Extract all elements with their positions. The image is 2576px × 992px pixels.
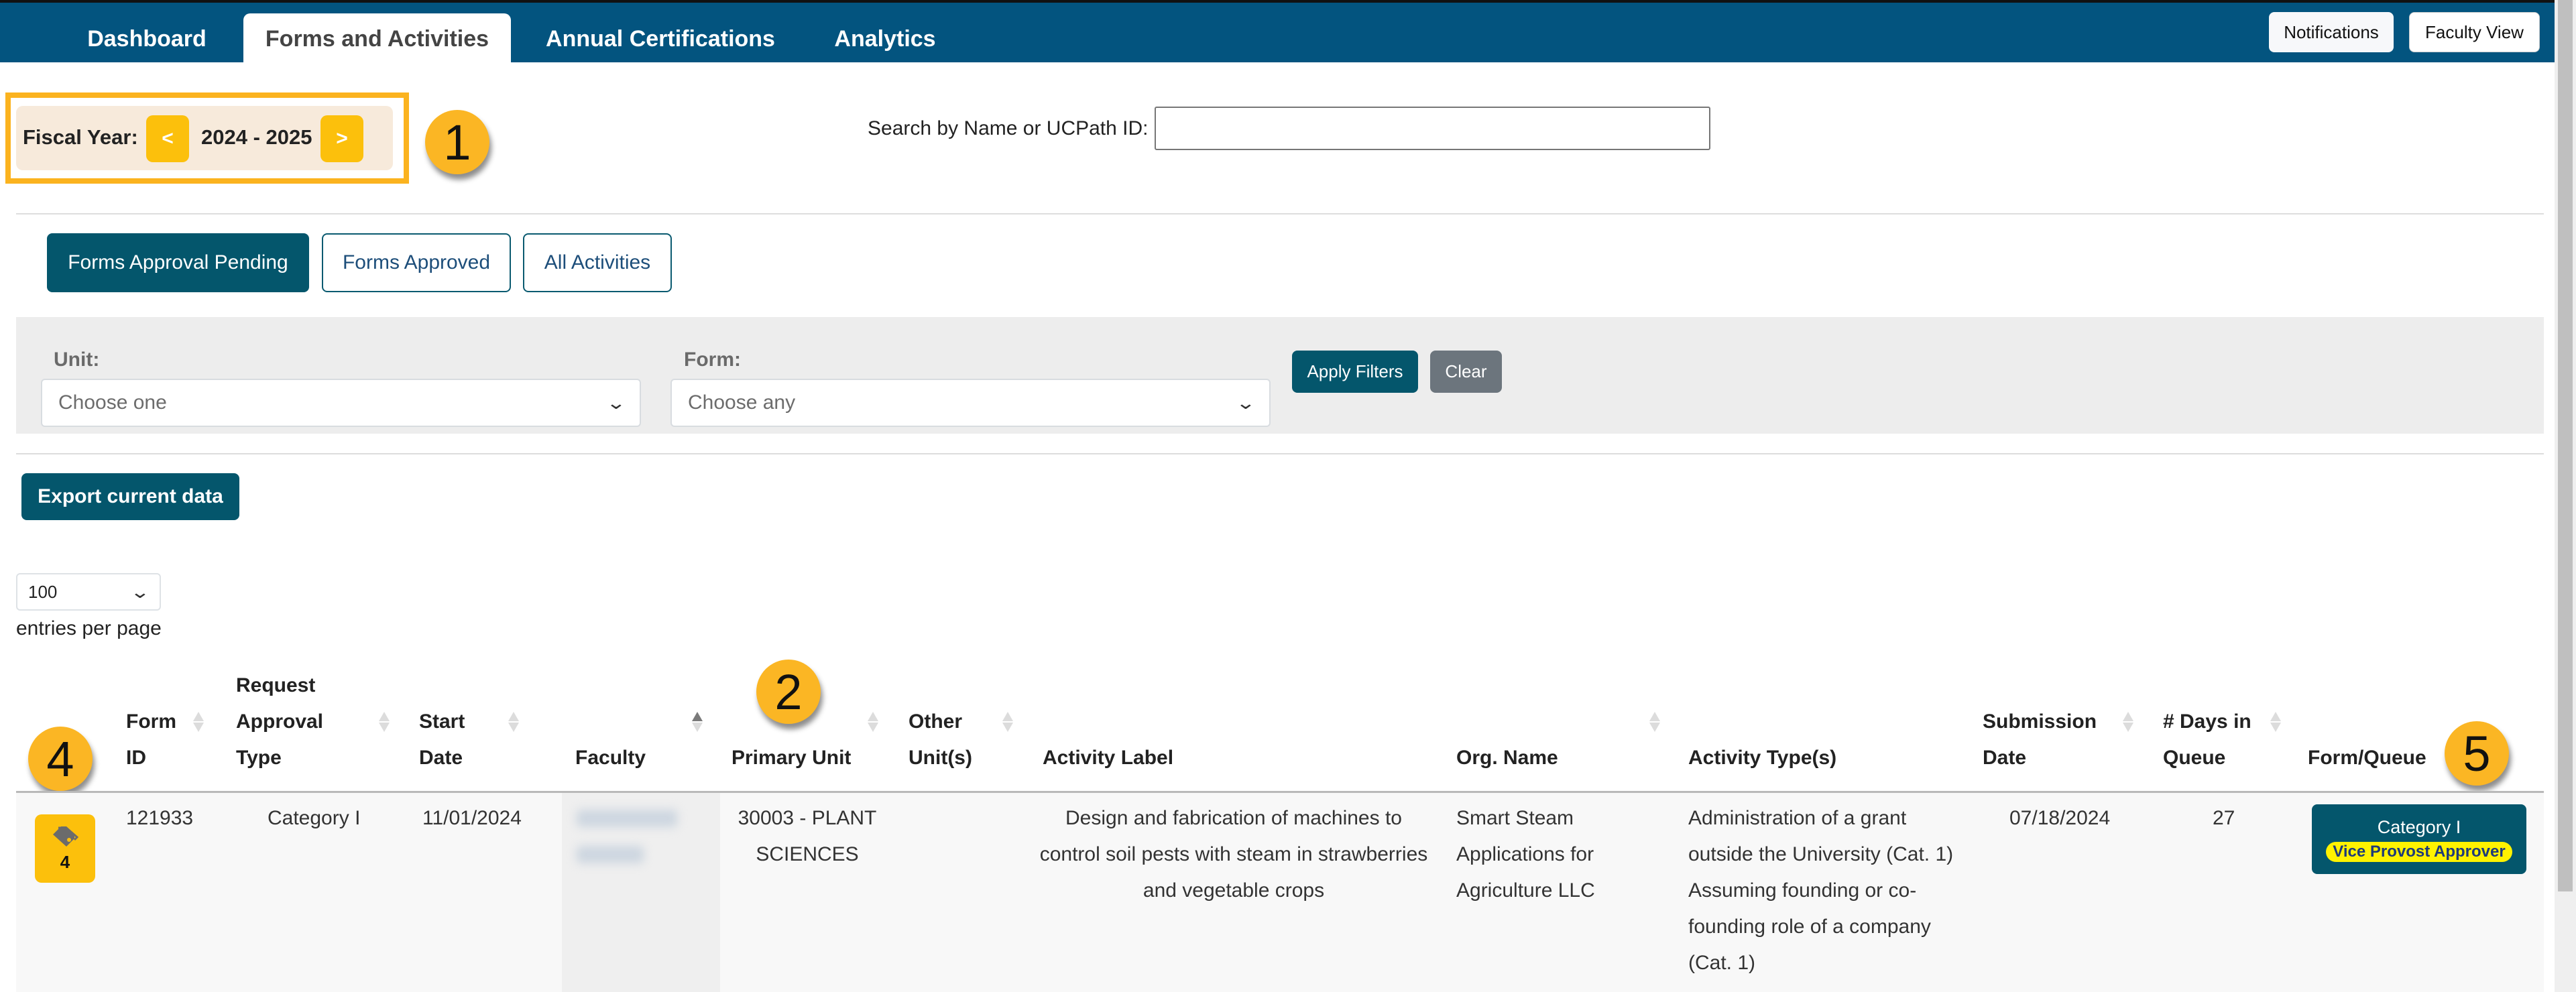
column-header-request-approval-type[interactable]: Request Approval Type	[236, 668, 323, 776]
column-header-activity-types[interactable]: Activity Type(s)	[1688, 740, 1836, 776]
annotation-badge-2: 2	[756, 660, 821, 724]
column-header-submission-date[interactable]: Submission Date	[1983, 704, 2097, 776]
scrollbar-thumb[interactable]	[2558, 0, 2573, 891]
sort-ascending-icon[interactable]	[692, 712, 703, 732]
divider	[16, 453, 2544, 454]
cell-primary-unit: 30003 - PLANT SCIENCES	[738, 807, 877, 865]
form-filter-label: Form:	[684, 349, 741, 371]
column-header-primary-unit[interactable]: Primary Unit	[731, 740, 851, 776]
queue-role-badge: Vice Provost Approver	[2326, 841, 2512, 862]
cell-org-name: Smart Steam Applications for Agriculture…	[1456, 807, 1595, 902]
chevron-down-icon: ⌄	[129, 581, 151, 602]
cell-start-date: 11/01/2024	[422, 807, 522, 829]
tab-dashboard[interactable]: Dashboard	[72, 13, 221, 65]
annotation-badge-5: 5	[2445, 721, 2509, 786]
cell-days-in-queue: 27	[2213, 807, 2235, 829]
sort-icon[interactable]	[2270, 712, 2281, 732]
entries-per-page-label: entries per page	[16, 617, 162, 639]
export-current-data-button[interactable]: Export current data	[21, 473, 239, 520]
fiscal-year-label: Fiscal Year:	[23, 125, 138, 149]
sort-icon[interactable]	[379, 712, 390, 732]
chevron-left-icon: <	[162, 127, 174, 149]
sort-icon[interactable]	[868, 712, 878, 732]
faculty-name-redacted	[577, 810, 677, 827]
fiscal-year-next-button[interactable]: >	[320, 115, 363, 162]
annotation-badge-4: 4	[28, 727, 93, 791]
apply-filters-button[interactable]: Apply Filters	[1292, 351, 1418, 393]
column-header-form-id[interactable]: Form ID	[126, 704, 176, 776]
cell-form-id[interactable]: 121933	[126, 800, 193, 836]
sort-icon[interactable]	[1002, 712, 1013, 732]
cell-activity-types: Administration of a grant outside the Un…	[1688, 807, 1954, 974]
tags-count: 4	[60, 851, 70, 872]
faculty-view-button[interactable]: Faculty View	[2409, 12, 2540, 52]
tags-button[interactable]: 4	[35, 814, 95, 883]
form-queue-button[interactable]: Category I Vice Provost Approver	[2312, 804, 2526, 874]
sort-icon[interactable]	[193, 712, 204, 732]
faculty-name-redacted	[577, 846, 644, 863]
unit-filter-label: Unit:	[54, 349, 100, 371]
chevron-right-icon: >	[336, 127, 348, 149]
column-header-faculty[interactable]: Faculty	[575, 740, 646, 776]
clear-filters-button[interactable]: Clear	[1430, 351, 1502, 393]
sort-icon[interactable]	[1649, 712, 1660, 732]
form-filter-value: Choose any	[688, 391, 796, 414]
fiscal-year-prev-button[interactable]: <	[146, 115, 189, 162]
chevron-down-icon: ⌄	[605, 392, 627, 413]
notifications-button[interactable]: Notifications	[2269, 12, 2394, 52]
annotation-badge-1: 1	[425, 110, 489, 174]
forms-approved-button[interactable]: Forms Approved	[322, 233, 511, 292]
cell-approval-type: Category I	[268, 807, 361, 829]
sort-icon[interactable]	[508, 712, 519, 732]
column-header-form-queue: Form/Queue	[2308, 747, 2426, 769]
top-nav-bar: Dashboard Forms and Activities Annual Ce…	[0, 0, 2555, 65]
column-header-activity-label[interactable]: Activity Label	[1043, 740, 1173, 776]
cell-activity-label: Design and fabrication of machines to co…	[1039, 807, 1428, 902]
entries-per-page-select[interactable]: 100 ⌄	[16, 573, 161, 611]
queue-category: Category I	[2377, 816, 2461, 837]
cell-submission-date: 07/18/2024	[2009, 807, 2111, 829]
divider	[16, 213, 2544, 214]
entries-per-page-value: 100	[28, 581, 58, 602]
tab-analytics[interactable]: Analytics	[811, 13, 959, 65]
column-header-org-name[interactable]: Org. Name	[1456, 740, 1558, 776]
column-header-start-date[interactable]: Start Date	[419, 704, 465, 776]
sort-icon[interactable]	[2123, 712, 2133, 732]
column-header-days-in-queue[interactable]: # Days in Queue	[2163, 704, 2251, 776]
tab-annual-certifications[interactable]: Annual Certifications	[536, 13, 784, 65]
column-header-other-units[interactable]: Other Unit(s)	[909, 704, 972, 776]
form-filter-select[interactable]: Choose any ⌄	[670, 379, 1271, 427]
search-input[interactable]	[1155, 107, 1710, 150]
forms-approval-pending-button[interactable]: Forms Approval Pending	[47, 233, 309, 292]
chevron-down-icon: ⌄	[1235, 392, 1256, 413]
fiscal-year-value: 2024 - 2025	[201, 125, 312, 149]
unit-filter-value: Choose one	[58, 391, 167, 414]
search-label: Search by Name or UCPath ID:	[868, 117, 1149, 139]
all-activities-button[interactable]: All Activities	[523, 233, 672, 292]
tab-forms-and-activities[interactable]: Forms and Activities	[243, 13, 511, 65]
tags-icon	[53, 826, 78, 847]
unit-filter-select[interactable]: Choose one ⌄	[41, 379, 641, 427]
